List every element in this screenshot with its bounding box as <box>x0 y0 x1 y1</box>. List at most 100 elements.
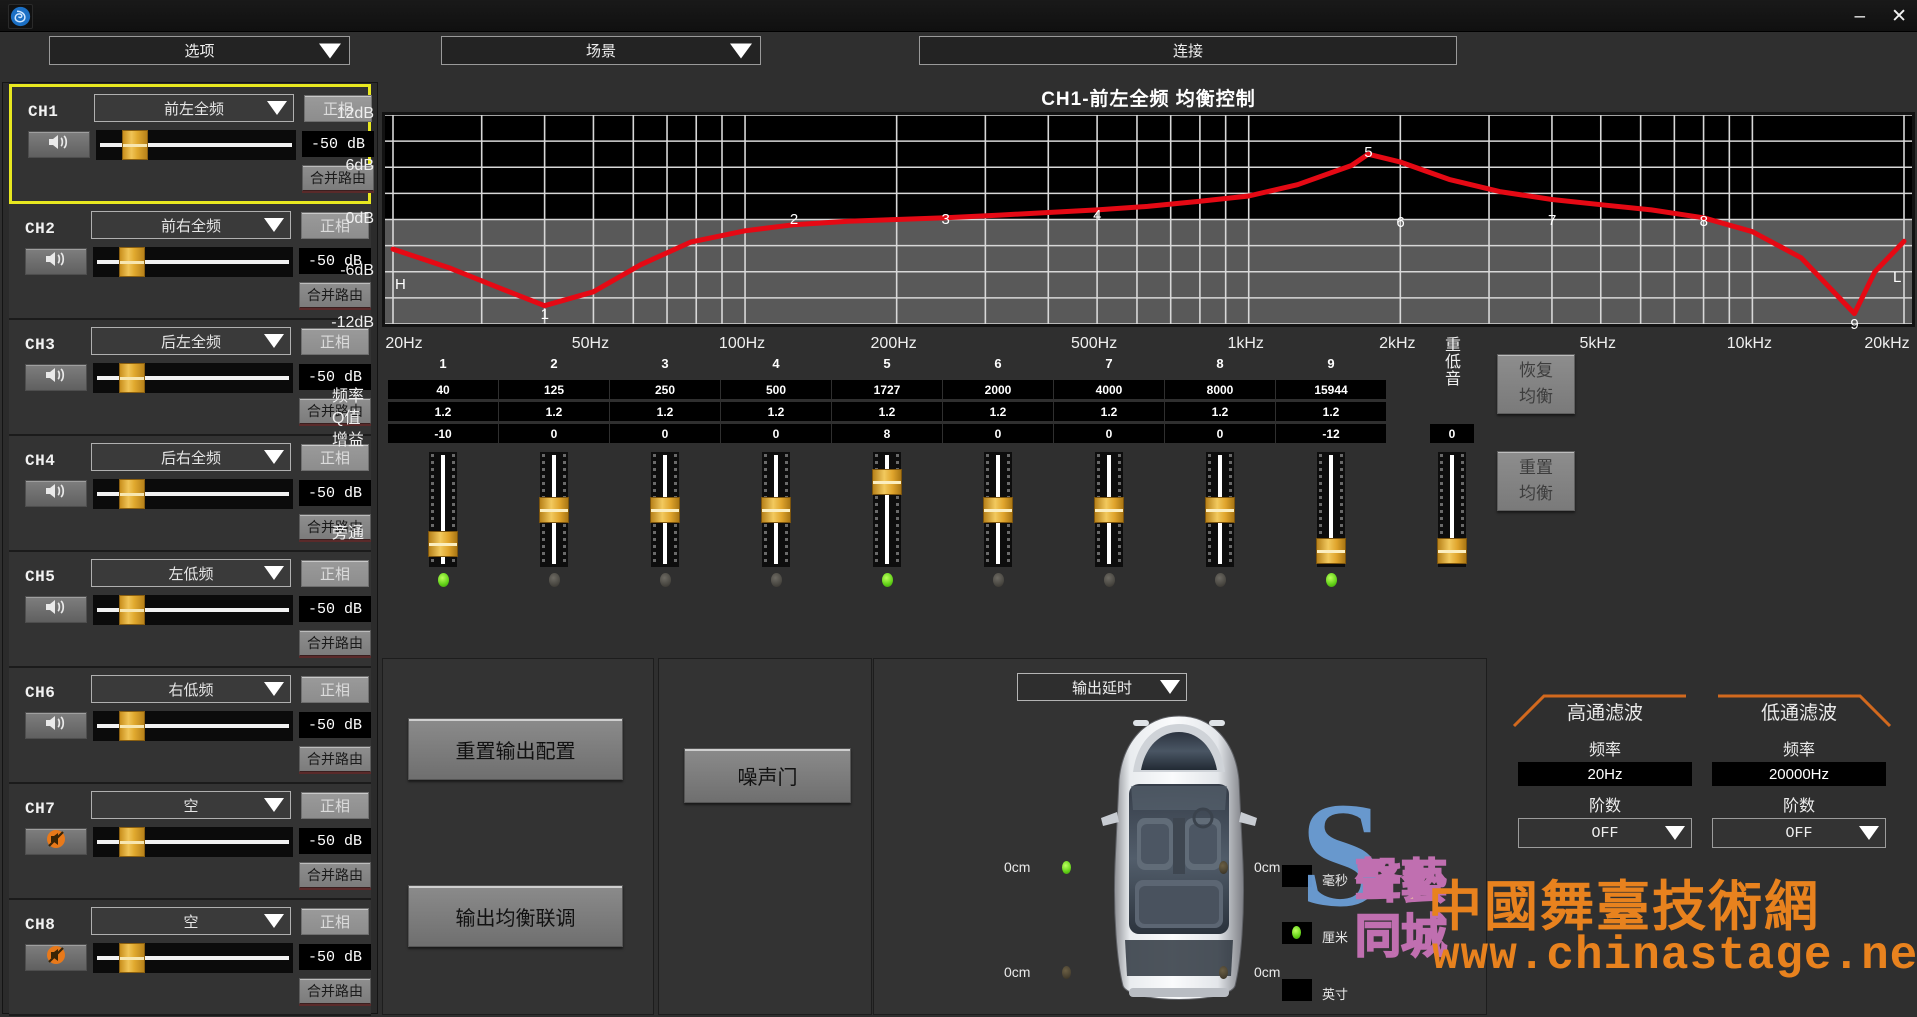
unit-ms-indicator[interactable] <box>1282 865 1312 887</box>
delay-value-front-right[interactable]: 0cm <box>1254 859 1280 875</box>
band-bypass-led-3[interactable] <box>660 573 671 587</box>
band-bypass-led-2[interactable] <box>549 573 560 587</box>
slider-knob[interactable] <box>539 496 569 523</box>
delay-led-mid-right[interactable] <box>1219 966 1228 979</box>
channel-route-button[interactable]: 合并路由 <box>299 862 371 888</box>
delay-value-mid-right[interactable]: 0cm <box>1254 964 1280 980</box>
band-gain-5[interactable]: 8 <box>832 424 942 443</box>
unit-inch-indicator[interactable] <box>1282 979 1312 1001</box>
band-freq-3[interactable]: 250 <box>610 380 720 399</box>
channel-source-dropdown[interactable]: 前右全频 <box>91 211 291 239</box>
channel-strip-ch7[interactable]: CH7 空 正相 -50 dB 合并路由 <box>9 784 371 900</box>
slider-knob[interactable] <box>761 496 791 523</box>
channel-strip-ch8[interactable]: CH8 空 正相 -50 dB 合并路由 <box>9 900 371 1016</box>
volume-thumb[interactable] <box>118 363 145 393</box>
eq-handle-4[interactable]: 4 <box>1093 207 1101 224</box>
band-freq-1[interactable]: 40 <box>388 380 498 399</box>
channel-volume-slider[interactable] <box>93 595 293 625</box>
eq-handle-3[interactable]: 3 <box>941 211 949 228</box>
slider-knob[interactable] <box>983 496 1013 523</box>
band-freq-6[interactable]: 2000 <box>943 380 1053 399</box>
band-bypass-led-9[interactable] <box>1326 573 1337 587</box>
channel-volume-slider[interactable] <box>93 363 293 393</box>
channel-mute-button[interactable] <box>25 828 87 855</box>
unit-cm-indicator[interactable] <box>1282 922 1312 944</box>
channel-source-dropdown[interactable]: 空 <box>91 791 291 819</box>
slider-knob[interactable] <box>872 468 902 495</box>
band-freq-9[interactable]: 15944 <box>1276 380 1386 399</box>
channel-strip-ch5[interactable]: CH5 左低频 正相 -50 dB 合并路由 <box>9 552 371 668</box>
band-gain-8[interactable]: 0 <box>1165 424 1275 443</box>
eq-handle-1[interactable]: 1 <box>541 306 549 323</box>
scene-dropdown[interactable]: 场景 <box>441 36 761 65</box>
channel-mute-button[interactable] <box>25 712 87 739</box>
band-bypass-led-8[interactable] <box>1215 573 1226 587</box>
band-q-3[interactable]: 1.2 <box>610 402 720 421</box>
band-q-5[interactable]: 1.2 <box>832 402 942 421</box>
eq-handle-8[interactable]: 8 <box>1700 213 1708 230</box>
band-gain-slider-6[interactable] <box>983 452 1013 567</box>
channel-volume-slider[interactable] <box>93 827 293 857</box>
channel-mute-button[interactable] <box>28 131 90 158</box>
channel-route-button[interactable]: 合并路由 <box>299 746 371 772</box>
band-gain-4[interactable]: 0 <box>721 424 831 443</box>
band-freq-7[interactable]: 4000 <box>1054 380 1164 399</box>
channel-gain-value[interactable]: -50 dB <box>302 131 374 157</box>
channel-volume-slider[interactable] <box>93 247 293 277</box>
band-q-2[interactable]: 1.2 <box>499 402 609 421</box>
eq-handle-L[interactable]: L <box>1893 269 1901 286</box>
band-q-6[interactable]: 1.2 <box>943 402 1053 421</box>
channel-mute-button[interactable] <box>25 248 87 275</box>
options-dropdown[interactable]: 选项 <box>49 36 350 65</box>
channel-route-button[interactable]: 合并路由 <box>299 282 371 308</box>
bass-boost-slider[interactable] <box>1437 452 1467 567</box>
band-q-4[interactable]: 1.2 <box>721 402 831 421</box>
channel-gain-value[interactable]: -50 dB <box>299 828 371 854</box>
band-gain-slider-1[interactable] <box>428 452 458 567</box>
channel-gain-value[interactable]: -50 dB <box>299 596 371 622</box>
close-button[interactable]: ✕ <box>1891 7 1907 26</box>
delay-led-mid-left[interactable] <box>1062 966 1071 979</box>
band-gain-9[interactable]: -12 <box>1276 424 1386 443</box>
restore-eq-button[interactable]: 恢复 均衡 <box>1497 354 1575 414</box>
channel-source-dropdown[interactable]: 后左全频 <box>91 327 291 355</box>
channel-strip-ch4[interactable]: CH4 后右全频 正相 -50 dB 合并路由 <box>9 436 371 552</box>
band-gain-1[interactable]: -10 <box>388 424 498 443</box>
channel-gain-value[interactable]: -50 dB <box>299 944 371 970</box>
eq-graph[interactable]: H 1 2 3 4 5 6 7 8 9 L <box>382 112 1915 333</box>
channel-volume-slider[interactable] <box>93 943 293 973</box>
eq-handle-H[interactable]: H <box>395 276 406 293</box>
eq-handle-5[interactable]: 5 <box>1364 144 1372 161</box>
volume-thumb[interactable] <box>121 130 148 160</box>
channel-volume-slider[interactable] <box>93 711 293 741</box>
delay-led-front-left[interactable] <box>1062 861 1071 874</box>
bass-boost-value[interactable]: 0 <box>1430 424 1474 443</box>
band-bypass-led-1[interactable] <box>438 573 449 587</box>
band-gain-slider-2[interactable] <box>539 452 569 567</box>
band-gain-slider-5[interactable] <box>872 452 902 567</box>
channel-volume-slider[interactable] <box>93 479 293 509</box>
lowpass-freq-value[interactable]: 20000Hz <box>1712 762 1886 786</box>
volume-thumb[interactable] <box>118 943 145 973</box>
channel-strip-ch3[interactable]: CH3 后左全频 正相 -50 dB 合并路由 <box>9 320 371 436</box>
channel-route-button[interactable]: 合并路由 <box>299 630 371 656</box>
band-bypass-led-7[interactable] <box>1104 573 1115 587</box>
band-gain-slider-3[interactable] <box>650 452 680 567</box>
band-q-7[interactable]: 1.2 <box>1054 402 1164 421</box>
slider-knob[interactable] <box>1094 496 1124 523</box>
channel-source-dropdown[interactable]: 左低频 <box>91 559 291 587</box>
band-freq-8[interactable]: 8000 <box>1165 380 1275 399</box>
channel-volume-slider[interactable] <box>96 130 296 160</box>
band-gain-slider-8[interactable] <box>1205 452 1235 567</box>
reset-output-config-button[interactable]: 重置输出配置 <box>408 718 623 780</box>
channel-strip-ch6[interactable]: CH6 右低频 正相 -50 dB 合并路由 <box>9 668 371 784</box>
band-q-9[interactable]: 1.2 <box>1276 402 1386 421</box>
lowpass-order-dropdown[interactable]: OFF <box>1712 818 1886 848</box>
eq-handle-7[interactable]: 7 <box>1548 212 1556 229</box>
channel-mute-button[interactable] <box>25 596 87 623</box>
channel-mute-button[interactable] <box>25 944 87 971</box>
slider-knob[interactable] <box>428 531 458 558</box>
connect-button[interactable]: 连接 <box>919 36 1457 65</box>
reset-eq-button[interactable]: 重置 均衡 <box>1497 451 1575 511</box>
delay-value-mid-left[interactable]: 0cm <box>1004 964 1030 980</box>
